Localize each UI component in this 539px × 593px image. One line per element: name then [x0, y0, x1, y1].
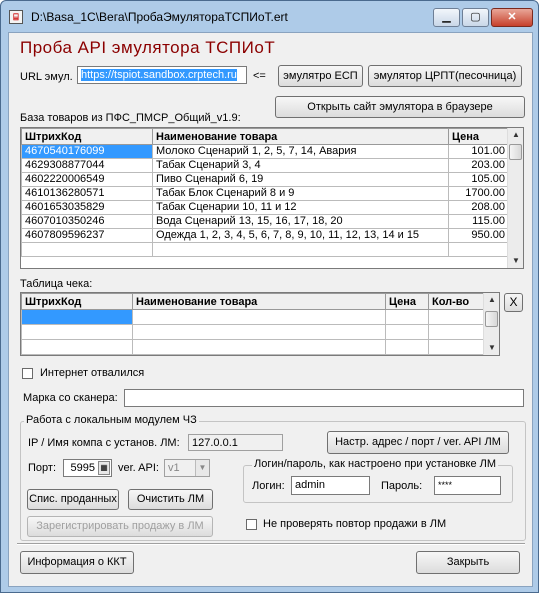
local-module-group-title: Работа с локальным модулем ЧЗ	[24, 414, 199, 426]
goods-label: База товаров из ПФС_ПМСР_Общий_v1.9:	[20, 112, 241, 124]
url-value: https://tspiot.sandbox.crptech.ru	[81, 69, 237, 81]
cell-price[interactable]: 1700.00	[448, 186, 509, 201]
cell-name[interactable]: Табак Сценарии 10, 11 и 12	[152, 200, 449, 215]
login-label: Логин:	[252, 480, 285, 492]
scroll-thumb[interactable]	[485, 311, 498, 327]
check-col-qty[interactable]: Кол-во	[428, 293, 485, 310]
cell-barcode[interactable]: 4607010350246	[21, 214, 153, 229]
table-row[interactable]: 4607010350246 Вода Сценарий 13, 15, 16, …	[21, 214, 509, 229]
scanner-input[interactable]	[124, 389, 524, 407]
password-label: Пароль:	[381, 480, 423, 492]
maximize-icon[interactable]: ▢	[462, 8, 489, 27]
cell-barcode[interactable]: 4601653035829	[21, 200, 153, 215]
table-row[interactable]	[21, 242, 509, 257]
cell-name[interactable]: Вода Сценарий 13, 15, 16, 17, 18, 20	[152, 214, 449, 229]
table-row[interactable]	[21, 324, 485, 340]
page-title: Проба API эмулятора ТСПИоТ	[20, 38, 276, 57]
table-row[interactable]: 4602220006549 Пиво Сценарий 6, 19 105.00	[21, 172, 509, 187]
cell-barcode[interactable]: 4629308877044	[21, 158, 153, 173]
table-row[interactable]: 4607809596237 Одежда 1, 2, 3, 4, 5, 6, 7…	[21, 228, 509, 243]
sold-list-button[interactable]: Спис. проданных	[27, 489, 119, 510]
scroll-up-icon[interactable]: ▲	[508, 128, 523, 142]
scanner-label: Марка со сканера:	[23, 392, 118, 404]
cell-price[interactable]: 950.00	[448, 228, 509, 243]
arrow-label: <=	[253, 70, 266, 82]
check-label: Таблица чека:	[20, 278, 93, 290]
emulator-esp-button[interactable]: эмулятро ЕСП	[278, 65, 363, 87]
cell-price[interactable]: 105.00	[448, 172, 509, 187]
table-row[interactable]: 4601653035829 Табак Сценарии 10, 11 и 12…	[21, 200, 509, 215]
goods-col-price[interactable]: Цена	[448, 128, 509, 145]
no-repeat-label: Не проверять повтор продажи в ЛМ	[263, 518, 447, 530]
cell-name[interactable]: Одежда 1, 2, 3, 4, 5, 6, 7, 8, 9, 10, 11…	[152, 228, 449, 243]
cell-price[interactable]: 115.00	[448, 214, 509, 229]
port-value: 5995	[70, 462, 95, 474]
close-icon[interactable]: ✕	[491, 8, 533, 27]
table-row[interactable]: 4670540176099 Молоко Сценарий 1, 2, 5, 7…	[21, 144, 509, 159]
info-kkt-button[interactable]: Информация о ККТ	[20, 551, 134, 574]
app-icon[interactable]: ⌸	[9, 10, 23, 24]
cell-name[interactable]: Табак Блок Сценарий 8 и 9	[152, 186, 449, 201]
cell-price[interactable]: 101.00	[448, 144, 509, 159]
url-label: URL эмул.	[20, 71, 73, 83]
cell-price[interactable]: 208.00	[448, 200, 509, 215]
password-input[interactable]: ****	[434, 476, 501, 495]
ip-label: IP / Имя компа с установ. ЛМ:	[28, 437, 180, 449]
app-window: ⌸ D:\Basa_1C\Вега\ПробаЭмулятораТСПИоТ.e…	[0, 0, 539, 593]
login-input[interactable]: admin	[291, 476, 370, 495]
form-client-area: Проба API эмулятора ТСПИоТ URL эмул. htt…	[8, 32, 533, 587]
register-sale-button[interactable]: Зарегистрировать продажу в ЛМ	[27, 516, 213, 537]
minimize-icon[interactable]: ▁	[433, 8, 460, 27]
setup-lm-button[interactable]: Настр. адрес / порт / ver. API ЛМ	[327, 431, 509, 454]
cell-barcode[interactable]: 4670540176099	[21, 144, 153, 159]
check-col-barcode[interactable]: ШтрихКод	[21, 293, 133, 310]
api-label: ver. API:	[118, 462, 159, 474]
scroll-thumb[interactable]	[509, 144, 522, 160]
internet-checkbox[interactable]	[22, 368, 33, 379]
scroll-down-icon[interactable]: ▼	[484, 341, 499, 355]
chevron-down-icon[interactable]: ▼	[195, 460, 209, 476]
calculator-icon[interactable]: ▦	[98, 461, 110, 475]
check-col-name[interactable]: Наименование товара	[132, 293, 386, 310]
goods-col-barcode[interactable]: ШтрихКод	[21, 128, 153, 145]
divider	[17, 543, 525, 545]
table-row[interactable]: 4629308877044 Табак Сценарий 3, 4 203.00	[21, 158, 509, 173]
window-title: D:\Basa_1C\Вега\ПробаЭмулятораТСПИоТ.ert	[31, 10, 288, 24]
title-bar[interactable]: ⌸ D:\Basa_1C\Вега\ПробаЭмулятораТСПИоТ.e…	[1, 1, 538, 31]
emulator-crpt-button[interactable]: эмулятор ЦРПТ(песочница)	[368, 65, 522, 87]
cell-name[interactable]: Молоко Сценарий 1, 2, 5, 7, 14, Авария	[152, 144, 449, 159]
goods-col-name[interactable]: Наименование товара	[152, 128, 449, 145]
check-col-price[interactable]: Цена	[385, 293, 429, 310]
url-input[interactable]: https://tspiot.sandbox.crptech.ru	[77, 66, 247, 84]
check-table[interactable]: ШтрихКод Наименование товара Цена Кол-во…	[20, 292, 500, 356]
table-row[interactable]	[21, 309, 485, 325]
ip-input[interactable]: 127.0.0.1	[188, 434, 283, 451]
cell-barcode[interactable]: 4607809596237	[21, 228, 153, 243]
api-select[interactable]: v1 ▼	[164, 459, 210, 477]
open-site-button[interactable]: Открыть сайт эмулятора в браузере	[275, 96, 525, 118]
cell-barcode[interactable]: 4602220006549	[21, 172, 153, 187]
port-label: Порт:	[28, 462, 56, 474]
api-select-value: v1	[168, 462, 180, 474]
cell-name[interactable]: Табак Сценарий 3, 4	[152, 158, 449, 173]
close-button[interactable]: Закрыть	[416, 551, 520, 574]
login-group-title: Логин/пароль, как настроено при установк…	[252, 458, 499, 470]
internet-label: Интернет отвалился	[40, 367, 145, 379]
scroll-up-icon[interactable]: ▲	[484, 293, 499, 307]
cell-name[interactable]: Пиво Сценарий 6, 19	[152, 172, 449, 187]
clear-check-button[interactable]: X	[504, 293, 523, 312]
table-row[interactable]: 4610136280571 Табак Блок Сценарий 8 и 9 …	[21, 186, 509, 201]
check-scrollbar[interactable]: ▲ ▼	[483, 293, 499, 355]
goods-scrollbar[interactable]: ▲ ▼	[507, 128, 523, 268]
no-repeat-checkbox[interactable]	[246, 519, 257, 530]
clear-lm-button[interactable]: Очистить ЛМ	[128, 489, 213, 510]
cell-price[interactable]: 203.00	[448, 158, 509, 173]
goods-table[interactable]: ШтрихКод Наименование товара Цена 467054…	[20, 127, 524, 269]
scroll-down-icon[interactable]: ▼	[508, 254, 523, 268]
table-row[interactable]	[21, 339, 485, 355]
cell-barcode[interactable]: 4610136280571	[21, 186, 153, 201]
